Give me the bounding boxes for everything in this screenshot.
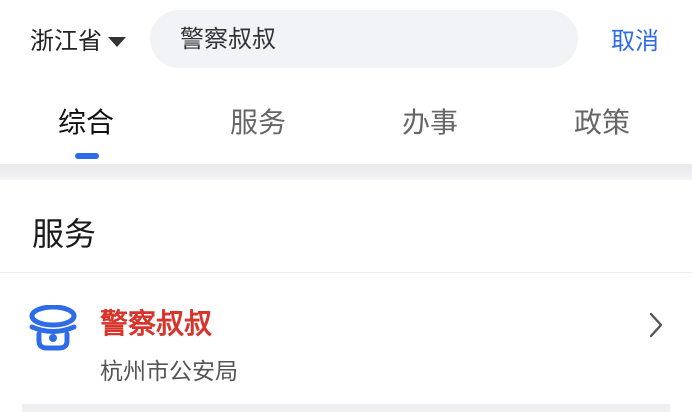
chevron-right-icon — [649, 312, 663, 338]
search-input[interactable]: 警察叔叔 — [150, 10, 578, 68]
search-query-text: 警察叔叔 — [180, 25, 276, 53]
section-title: 服务 — [32, 215, 97, 253]
tab-policy[interactable]: 政策 — [516, 90, 688, 164]
tab-services[interactable]: 服务 — [172, 90, 344, 164]
search-header: 浙江省 警察叔叔 取消 — [0, 0, 692, 80]
caret-down-icon — [108, 37, 126, 47]
divider — [22, 404, 670, 412]
region-label: 浙江省 — [30, 27, 102, 55]
region-selector[interactable]: 浙江省 — [30, 24, 126, 58]
tab-bar: 综合 服务 办事 政策 — [0, 90, 692, 164]
police-cap-icon — [29, 305, 77, 351]
search-results-page: 浙江省 警察叔叔 取消 综合 服务 办事 政策 服务 警察叔叔 杭州市公安局 — [0, 0, 692, 412]
result-title: 警察叔叔 — [100, 307, 213, 340]
divider-band — [0, 164, 692, 180]
tab-affairs[interactable]: 办事 — [344, 90, 516, 164]
active-tab-indicator — [75, 153, 99, 159]
list-item[interactable]: 警察叔叔 杭州市公安局 — [0, 273, 692, 412]
cancel-button[interactable]: 取消 — [600, 24, 670, 58]
result-subtitle: 杭州市公安局 — [100, 359, 238, 385]
